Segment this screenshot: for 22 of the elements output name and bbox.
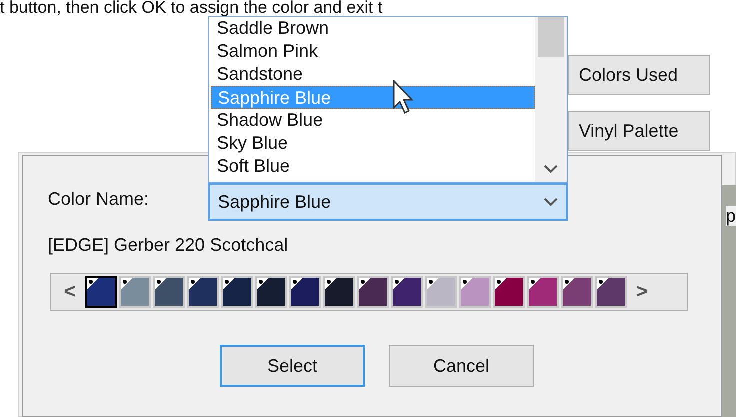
dropdown-item[interactable]: Sandstone: [211, 63, 535, 86]
palette-name: [EDGE] Gerber 220 Scotchcal: [48, 234, 288, 256]
scroll-left-button[interactable]: <: [57, 277, 83, 307]
background-button[interactable]: Vinyl Palette: [568, 111, 710, 151]
dialog-button[interactable]: Cancel: [389, 345, 534, 387]
background-button[interactable]: Colors Used: [568, 55, 710, 95]
dropdown-item[interactable]: Shadow Blue: [211, 109, 535, 132]
dialog-button[interactable]: Select: [220, 345, 365, 387]
dropdown-item[interactable]: Sky Blue: [211, 132, 535, 155]
scroll-right-button[interactable]: >: [629, 277, 655, 307]
color-name-dropdown[interactable]: Sapphire Blue: [208, 183, 568, 221]
background-text: p: [726, 206, 736, 226]
scroll-down-icon: [544, 165, 558, 174]
scrollbar[interactable]: [535, 17, 567, 182]
dropdown-item[interactable]: Saddle Brown: [211, 17, 535, 40]
dropdown-item[interactable]: Salmon Pink: [211, 40, 535, 63]
scrollbar-thumb[interactable]: [538, 17, 564, 57]
dropdown-item[interactable]: Soft Blue: [211, 155, 535, 178]
chevron-down-icon: [544, 198, 558, 206]
instruction-text: t button, then click OK to assign the color and exit t: [0, 0, 383, 16]
color-name-label: Color Name:: [48, 188, 150, 210]
color-swatch[interactable]: [85, 276, 117, 308]
